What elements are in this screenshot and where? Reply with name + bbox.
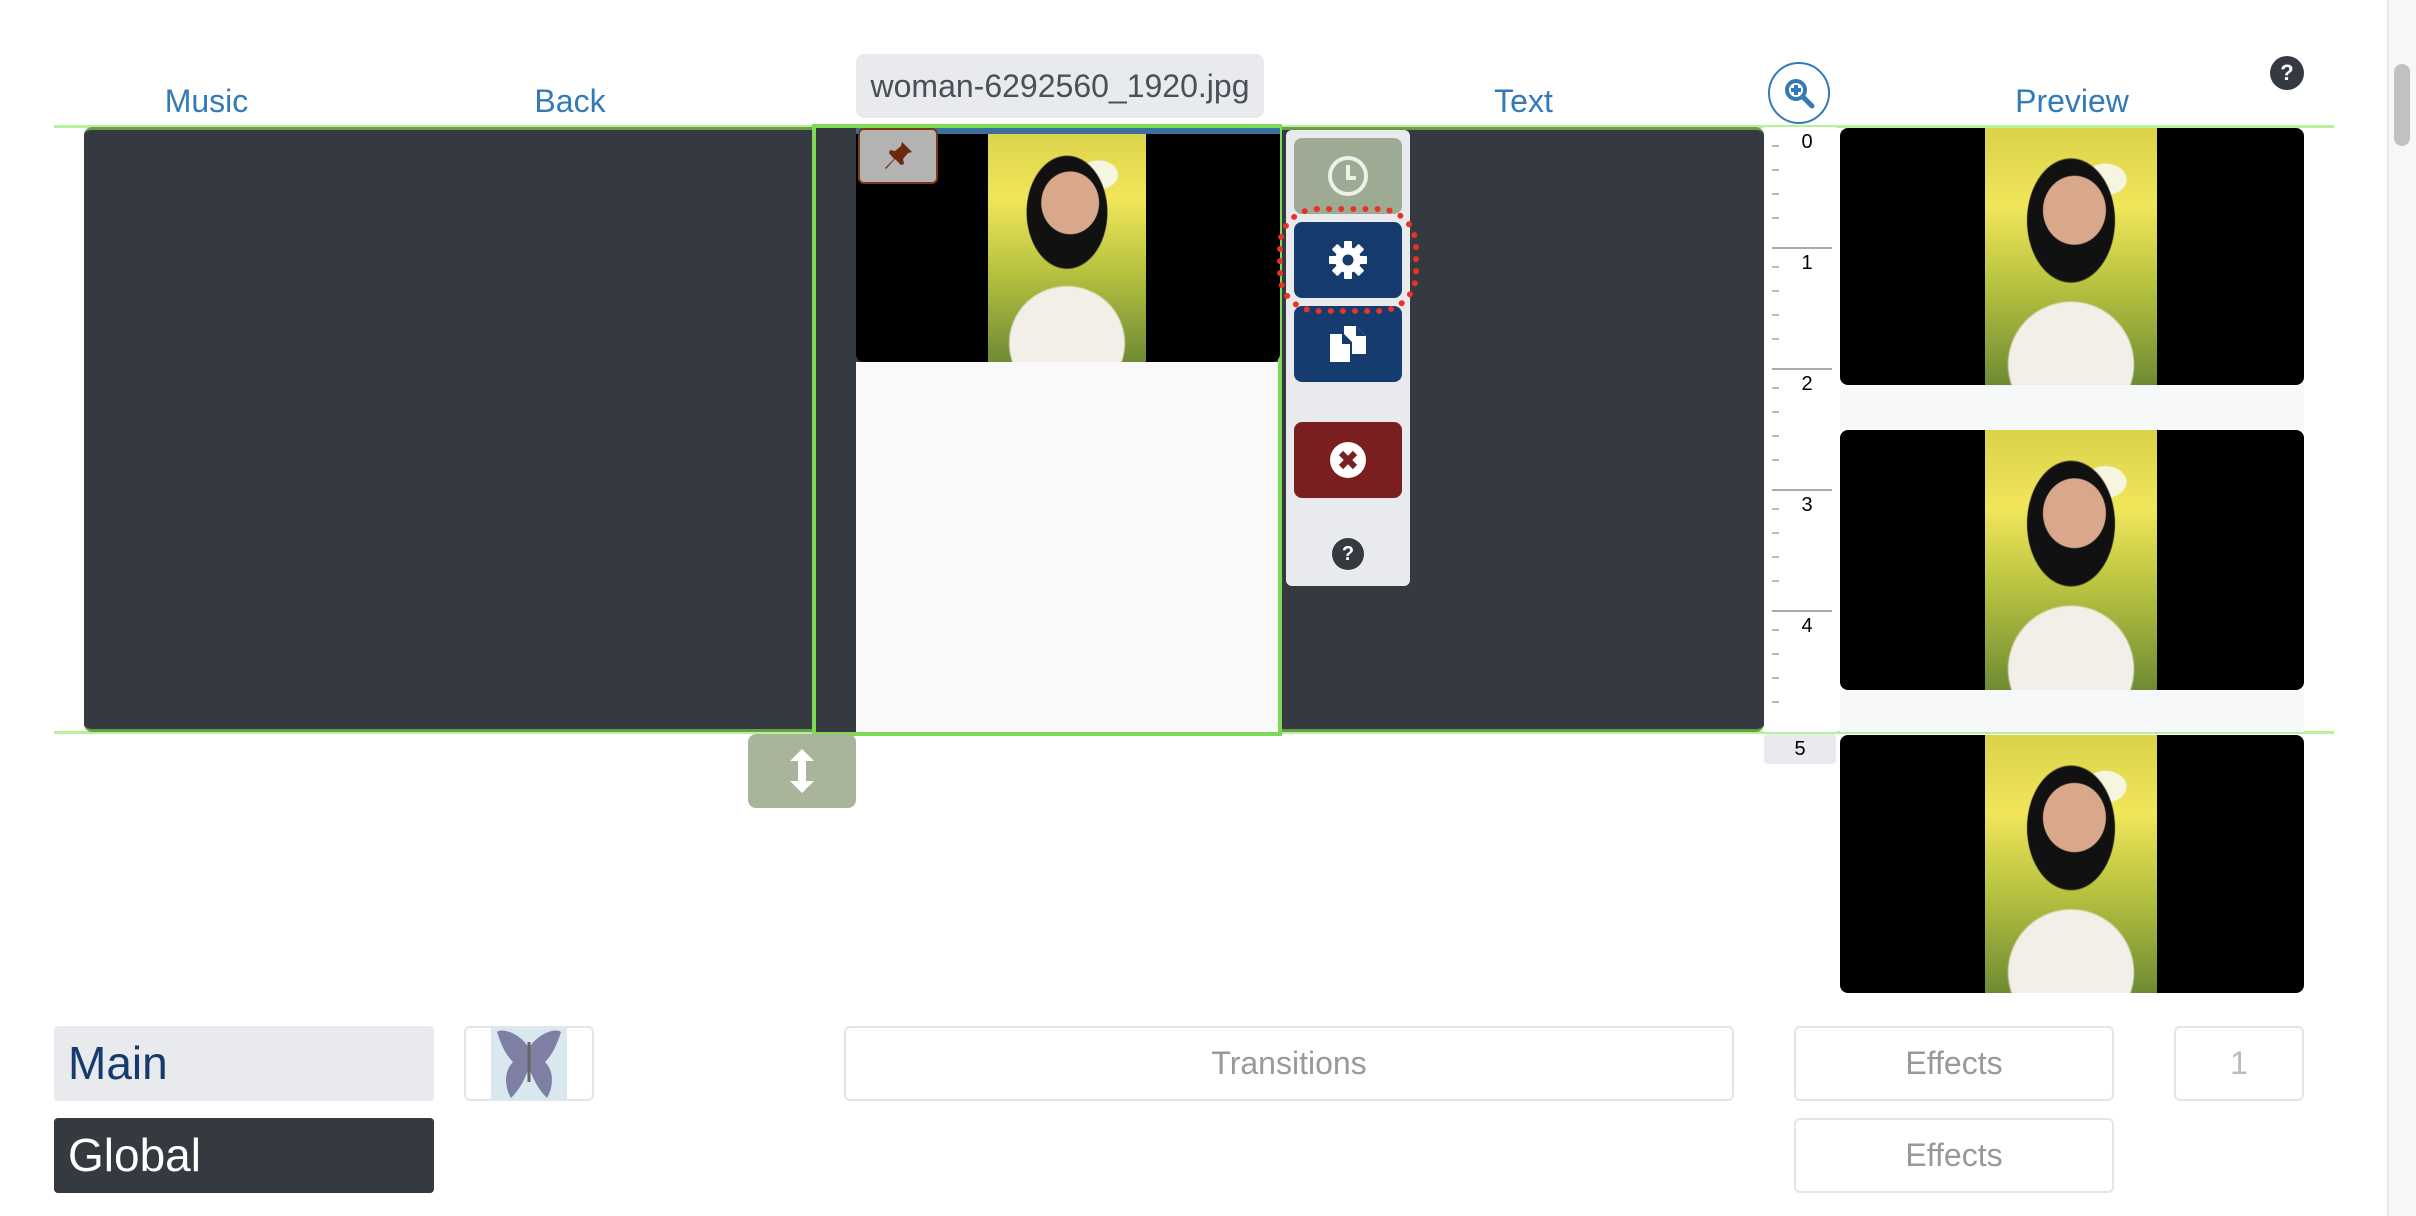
scrollbar-track[interactable] — [2387, 0, 2416, 1216]
ruler-minor-tick — [1772, 338, 1779, 340]
preview-frame[interactable] — [1840, 128, 2304, 385]
zoom-button[interactable] — [1768, 62, 1830, 124]
music-track-header[interactable]: Music — [84, 78, 329, 124]
preview-header[interactable]: Preview — [1840, 78, 2304, 124]
ruler-minor-tick — [1772, 217, 1779, 219]
toolbar-help-button[interactable]: ? — [1332, 538, 1364, 570]
effects-button-main[interactable]: Effects — [1794, 1026, 2114, 1101]
help-button[interactable]: ? — [2270, 56, 2304, 90]
ruler-major-tick — [1772, 489, 1832, 491]
clip-toolbar: ? — [1286, 130, 1410, 586]
pushpin-icon — [885, 142, 912, 169]
pin-button[interactable] — [858, 128, 938, 184]
global-tab-label: Global — [68, 1129, 201, 1181]
ruler-minor-tick — [1772, 145, 1779, 147]
ruler-minor-tick — [1772, 701, 1779, 703]
count-box[interactable]: 1 — [2174, 1026, 2304, 1101]
ruler-minor-tick — [1772, 532, 1779, 534]
clock-icon — [1328, 156, 1368, 196]
ruler-minor-tick — [1772, 677, 1779, 679]
preview-photo — [1985, 128, 2157, 385]
ruler-minor-tick — [1772, 193, 1779, 195]
music-track[interactable] — [84, 127, 330, 732]
toolbar-help-label: ? — [1341, 542, 1355, 565]
ruler-minor-tick — [1772, 266, 1779, 268]
clip-photo — [988, 128, 1146, 362]
ruler-minor-tick — [1772, 580, 1779, 582]
times-circle-icon — [1330, 442, 1366, 478]
duplicate-button[interactable] — [1294, 306, 1402, 382]
count-label: 1 — [2230, 1045, 2248, 1081]
ruler-major-tick — [1772, 247, 1832, 249]
copy-icon — [1330, 326, 1366, 362]
preview-photo — [1985, 430, 2157, 690]
ruler-label: 2 — [1801, 373, 1813, 395]
effects-label-global: Effects — [1905, 1137, 2003, 1173]
time-ruler: 0 1 2 3 4 — [1764, 127, 1836, 732]
selected-clip-filename: woman-6292560_1920.jpg — [856, 54, 1264, 118]
effects-button-global[interactable]: Effects — [1794, 1118, 2114, 1193]
settings-highlight-ring — [1277, 206, 1419, 314]
ruler-minor-tick — [1772, 629, 1779, 631]
background-thumbnail-button[interactable] — [464, 1026, 594, 1101]
preview-photo — [1985, 735, 2157, 993]
text-track-header[interactable]: Text — [1283, 78, 1764, 124]
ruler-current-label: 5 — [1794, 738, 1806, 760]
ruler-current-marker: 5 — [1764, 734, 1836, 764]
preview-gap — [1840, 385, 2304, 430]
main-tab-label: Main — [68, 1037, 168, 1089]
transitions-button[interactable]: Transitions — [844, 1026, 1734, 1101]
ruler-label: 1 — [1801, 252, 1813, 274]
ruler-minor-tick — [1772, 411, 1779, 413]
ruler-minor-tick — [1772, 556, 1779, 558]
help-label: ? — [2280, 60, 2294, 85]
ruler-minor-tick — [1772, 459, 1779, 461]
move-handle[interactable] — [748, 734, 856, 808]
ruler-minor-tick — [1772, 653, 1779, 655]
ruler-label: 4 — [1801, 615, 1813, 637]
ruler-minor-tick — [1772, 314, 1779, 316]
butterfly-thumbnail — [491, 1027, 567, 1100]
delete-button[interactable] — [1294, 422, 1402, 498]
duration-button[interactable] — [1294, 138, 1402, 214]
ruler-minor-tick — [1772, 508, 1779, 510]
vertical-arrows-icon — [790, 749, 814, 793]
preview-frame[interactable] — [1840, 735, 2304, 993]
scrollbar-thumb[interactable] — [2394, 64, 2410, 146]
clip-empty-area[interactable] — [856, 362, 1278, 732]
ruler-minor-tick — [1772, 290, 1779, 292]
ruler-label: 3 — [1801, 494, 1813, 516]
ruler-minor-tick — [1772, 435, 1779, 437]
preview-gap — [1840, 690, 2304, 732]
ruler-major-tick — [1772, 610, 1832, 612]
ruler-minor-tick — [1772, 169, 1779, 171]
main-tab[interactable]: Main — [54, 1026, 434, 1101]
effects-label-main: Effects — [1905, 1045, 2003, 1081]
transitions-label: Transitions — [1211, 1045, 1367, 1081]
ruler-label: 0 — [1801, 131, 1813, 153]
back-track-header[interactable]: Back — [330, 78, 810, 124]
global-tab[interactable]: Global — [54, 1118, 434, 1193]
preview-frame[interactable] — [1840, 430, 2304, 690]
zoom-in-icon — [1785, 79, 1815, 109]
ruler-major-tick — [1772, 368, 1832, 370]
back-track[interactable] — [330, 127, 812, 732]
ruler-minor-tick — [1772, 387, 1779, 389]
